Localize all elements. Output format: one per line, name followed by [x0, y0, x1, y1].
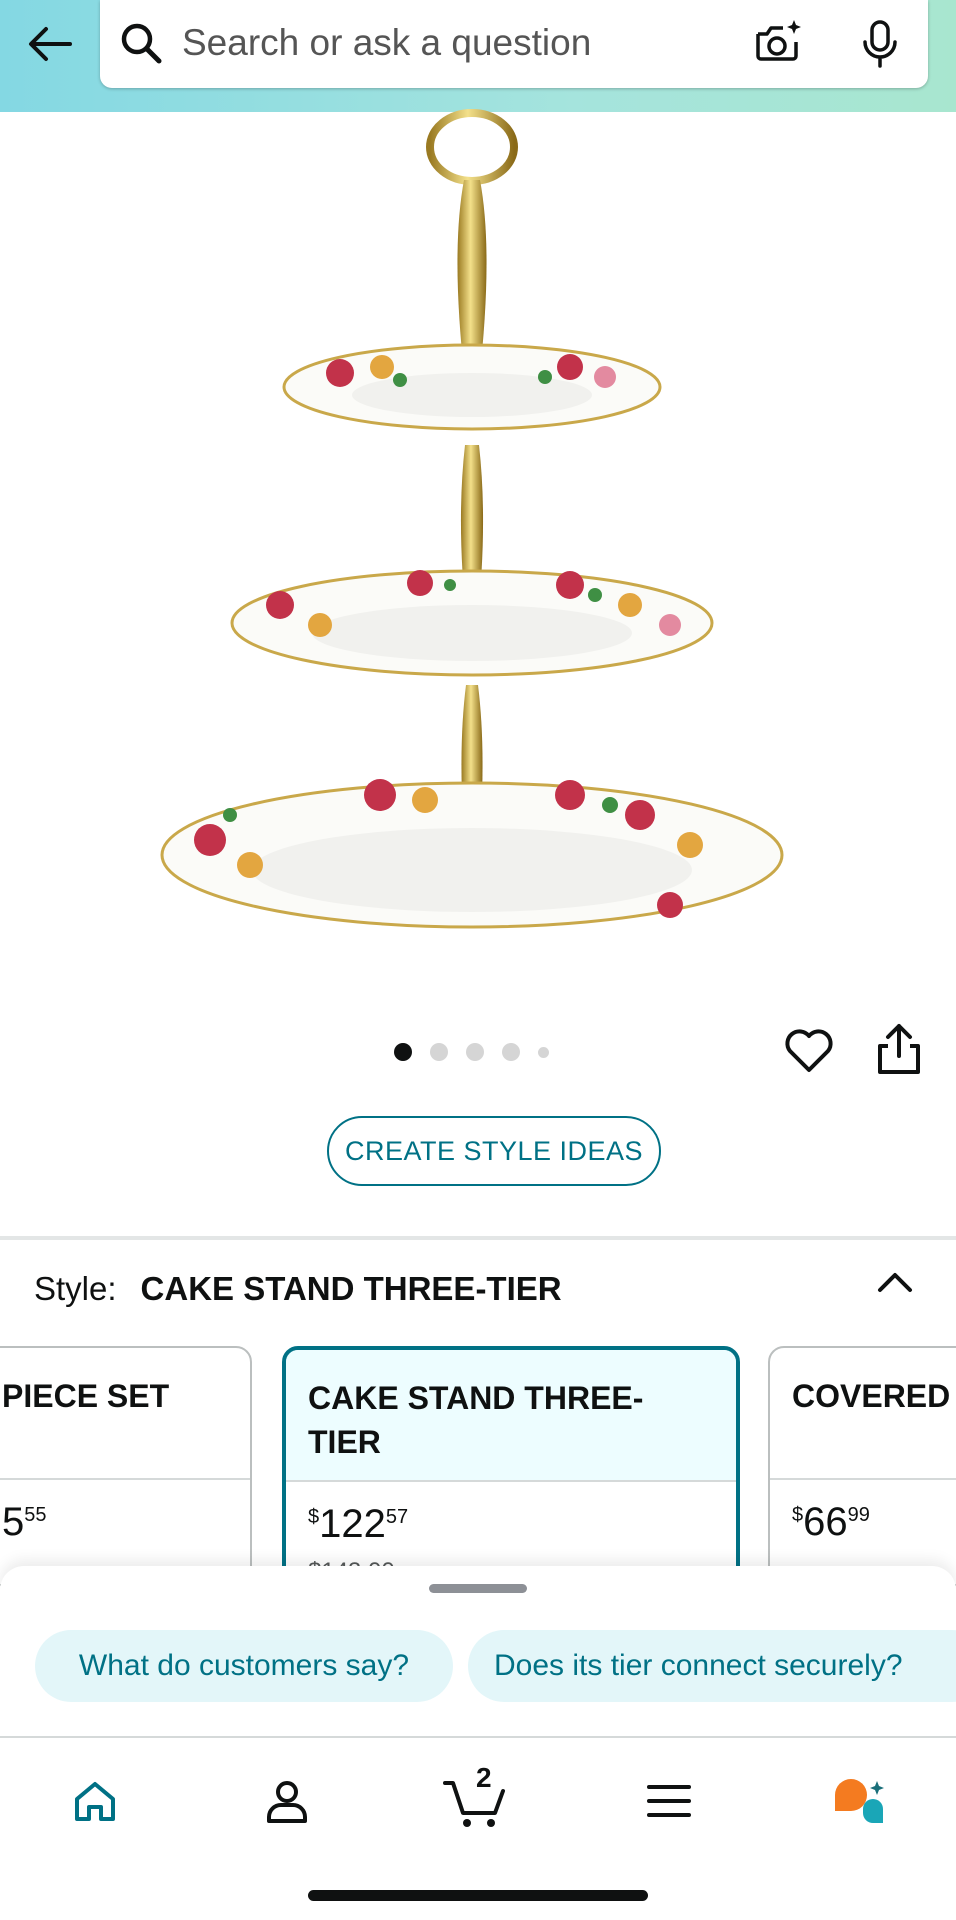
share-icon[interactable] — [872, 1022, 926, 1078]
rufus-suggestions-sheet: What do customers say? Does its tier con… — [0, 1566, 956, 1746]
pager-dot[interactable] — [394, 1043, 412, 1061]
pager-dot[interactable] — [430, 1043, 448, 1061]
home-indicator[interactable] — [308, 1890, 648, 1901]
search-input[interactable]: Search or ask a question — [182, 22, 591, 64]
image-pager[interactable] — [394, 1040, 567, 1064]
nav-home[interactable] — [60, 1766, 130, 1836]
microphone-icon[interactable] — [852, 16, 908, 72]
product-image[interactable] — [150, 105, 800, 975]
variant-name: CAKE STAND THREE-TIER — [308, 1380, 644, 1460]
back-button[interactable] — [24, 18, 76, 70]
pager-dot[interactable] — [466, 1043, 484, 1061]
camera-icon[interactable] — [750, 16, 806, 72]
section-divider — [0, 1236, 956, 1240]
nav-account[interactable] — [252, 1766, 322, 1836]
style-label: Style: — [34, 1270, 117, 1307]
variant-price: 555 — [2, 1500, 47, 1544]
suggestion-chip[interactable]: What do customers say? — [35, 1630, 453, 1702]
heart-icon[interactable] — [782, 1024, 836, 1078]
menu-icon — [647, 1785, 691, 1817]
search-bar[interactable]: Search or ask a question — [100, 0, 928, 88]
home-icon — [75, 1782, 115, 1821]
nav-menu[interactable] — [634, 1766, 704, 1836]
account-icon — [267, 1781, 307, 1823]
variant-card-selected[interactable]: CAKE STAND THREE-TIER $12257 $143.00 — [282, 1346, 740, 1586]
search-header: Search or ask a question — [0, 0, 956, 112]
sheet-grabber[interactable] — [429, 1584, 527, 1593]
variant-price: $12257 — [308, 1502, 409, 1546]
back-arrow-icon — [29, 27, 72, 61]
cart-count-badge: 2 — [476, 1762, 492, 1793]
variant-name: COVERED — [792, 1378, 951, 1414]
suggestion-chip[interactable]: Does its tier connect securely? — [468, 1630, 956, 1702]
style-value: CAKE STAND THREE-TIER — [140, 1270, 562, 1307]
nav-rufus[interactable] — [824, 1766, 894, 1836]
variant-divider — [286, 1480, 736, 1482]
variant-divider — [0, 1478, 250, 1480]
pager-dot[interactable] — [502, 1043, 520, 1061]
nav-cart[interactable] — [440, 1766, 510, 1836]
cart-icon — [443, 1781, 505, 1827]
product-page: Search or ask a question CREATE STYLE ID… — [0, 0, 956, 1920]
rufus-icon — [835, 1779, 884, 1823]
search-icon — [121, 23, 162, 64]
variant-divider — [770, 1478, 956, 1480]
style-selector-heading: Style: CAKE STAND THREE-TIER — [34, 1270, 562, 1312]
variant-name: PIECE SET — [2, 1378, 170, 1414]
variant-card[interactable]: PIECE SET 555 — [0, 1346, 252, 1586]
pager-dot[interactable] — [538, 1046, 549, 1058]
create-style-ideas-button[interactable]: CREATE STYLE IDEAS — [327, 1116, 661, 1186]
variant-price: $6699 — [792, 1500, 870, 1544]
chevron-up-icon[interactable] — [874, 1264, 916, 1298]
variant-card[interactable]: COVERED $6699 — [768, 1346, 956, 1586]
